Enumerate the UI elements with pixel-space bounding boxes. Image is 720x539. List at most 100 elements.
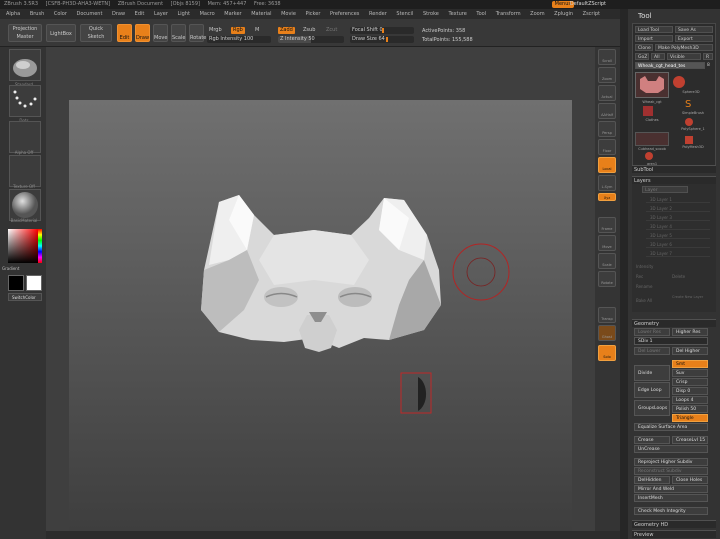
menu-zscript[interactable]: Zscript [583,11,600,17]
zadd-toggle[interactable]: Zadd [278,27,295,34]
simplebrush-icon[interactable]: S [685,100,691,110]
focal-shift-knob[interactable] [382,28,384,33]
draw-size-slider[interactable]: Draw Size 64 [350,36,414,43]
polish-slider[interactable]: Polish 50 [672,405,708,413]
color-picker[interactable] [8,229,42,263]
menu-render[interactable]: Render [369,11,387,17]
menu-zplugin[interactable]: Zplugin [554,11,573,17]
secondary-color-swatch[interactable] [8,275,24,291]
menu-stencil[interactable]: Stencil [396,11,413,17]
transp-button[interactable]: Transp [598,307,616,323]
divide-button[interactable]: Divide [634,365,670,381]
tool-palette-title[interactable]: Tool [628,9,720,23]
goz-r-button[interactable]: R [703,53,713,60]
move-button[interactable]: Move [153,24,168,42]
xyz-button[interactable]: Xyz [598,193,616,201]
import-button[interactable]: Import [635,35,673,42]
geometry-hd-header[interactable]: Geometry HD [632,520,716,528]
layer-item[interactable]: 3D Layer 2 [646,205,710,212]
smt-toggle[interactable]: Smt [672,360,708,368]
texture-picker[interactable] [9,155,41,187]
scale-button[interactable]: Scale [171,24,186,42]
rotate-view-button[interactable]: Rotate [598,271,616,287]
menu-document[interactable]: Document [77,11,103,17]
close-holes-button[interactable]: Close Holes [672,476,708,484]
create-new-layer-button[interactable]: Create New Layer [672,295,712,299]
lower-res-button[interactable]: Lower Res [634,328,670,336]
rotate-button[interactable]: Rotate [189,24,206,42]
aahalf-button[interactable]: AAHalf [598,103,616,119]
layer-name-field[interactable]: Layer [642,186,688,193]
layer-item[interactable]: 3D Layer 7 [646,250,710,257]
sdiv-slider[interactable]: SDiv 1 [634,337,708,345]
mirror-weld-button[interactable]: Mirror And Weld [634,485,708,493]
current-tool-name[interactable]: Wheak_cgt_head_tes [635,62,705,69]
load-tool-button[interactable]: Load Tool [635,26,673,33]
zcut-toggle[interactable]: Zcut [324,27,339,34]
del-higher-button[interactable]: Del Higher [672,347,708,355]
main-color-swatch[interactable] [26,275,42,291]
lsym-button[interactable]: L.Sym [598,175,616,191]
scroll-button[interactable]: Scroll [598,49,616,65]
crisp-slider[interactable]: Crisp [672,378,708,386]
crease-level-slider[interactable]: CreaseLvl 15 [672,436,708,444]
uncrease-button[interactable]: UnCrease [634,445,708,453]
menu-light[interactable]: Light [177,11,189,17]
make-polymesh-button[interactable]: Make PolyMesh3D [655,44,713,51]
floor-button[interactable]: Floor [598,139,616,155]
menu-texture[interactable]: Texture [448,11,466,17]
quick-sketch-button[interactable]: Quick Sketch [80,24,112,42]
frame-button[interactable]: Frame [598,217,616,233]
layers-header[interactable]: Layers [632,176,716,184]
rgb-toggle[interactable]: Rgb [231,27,245,34]
triangle-toggle[interactable]: Triangle [672,414,708,422]
menu-movie[interactable]: Movie [281,11,296,17]
edge-loop-button[interactable]: Edge Loop [634,382,670,398]
switch-color-button[interactable]: SwitchColor [8,293,42,301]
reconstruct-subdiv-button[interactable]: Reconstruct Subdiv [634,467,708,475]
menu-stroke[interactable]: Stroke [423,11,439,17]
draw-size-knob[interactable] [386,37,388,42]
clone-button[interactable]: Clone [635,44,653,51]
document-canvas[interactable] [69,100,572,532]
layer-rename-button[interactable]: Rename [636,284,652,289]
sphere3d-icon[interactable] [673,76,685,88]
menu-draw[interactable]: Draw [112,11,125,17]
zoom-button[interactable]: Zoom [598,67,616,83]
layer-intensity-slider[interactable]: Intensity [636,264,653,269]
lightbox-button[interactable]: LightBox [46,24,76,42]
loops-slider[interactable]: Loops 4 [672,396,708,404]
menu-preferences[interactable]: Preferences [330,11,359,17]
menu-zoom[interactable]: Zoom [530,11,544,17]
solo-button[interactable]: Solo [598,345,616,361]
goz-visible-button[interactable]: Visible [667,53,701,60]
layer-item[interactable]: 3D Layer 6 [646,241,710,248]
default-zscript-button[interactable]: DefaultZScript [570,0,606,9]
menu-macro[interactable]: Macro [200,11,215,17]
rgb-intensity-slider[interactable]: Rgb Intensity 100 [207,36,271,43]
reproject-button[interactable]: Reproject Higher Subdiv [634,458,708,466]
local-button[interactable]: Local [598,157,616,173]
polymesh3d-icon[interactable] [685,136,693,144]
alpha-picker[interactable] [9,121,41,153]
menu-material[interactable]: Material [251,11,271,17]
cylinder-icon[interactable] [643,106,653,116]
menu-color[interactable]: Color [54,11,67,17]
tool-thumb-current[interactable] [635,72,669,98]
export-button[interactable]: Export [675,35,713,42]
geometry-header[interactable]: Geometry [632,319,716,327]
projection-master-button[interactable]: Projection Master [8,24,42,42]
goz-all-button[interactable]: All [651,53,665,60]
m-toggle[interactable]: M [253,27,261,34]
del-lower-button[interactable]: Del Lower [634,347,670,355]
menu-marker[interactable]: Marker [224,11,241,17]
goz-button[interactable]: GoZ [635,53,649,60]
persp-button[interactable]: Persp [598,121,616,137]
layer-item[interactable]: 3D Layer 1 [646,196,710,203]
suv-toggle[interactable]: Suv [672,369,708,377]
layer-rec-button[interactable]: Rec [636,274,643,279]
polysphere-icon[interactable] [685,118,693,126]
edit-button[interactable]: Edit [117,24,132,42]
groups-loops-button[interactable]: GroupsLoops [634,400,670,416]
ghost-button[interactable]: Ghost [598,325,616,341]
